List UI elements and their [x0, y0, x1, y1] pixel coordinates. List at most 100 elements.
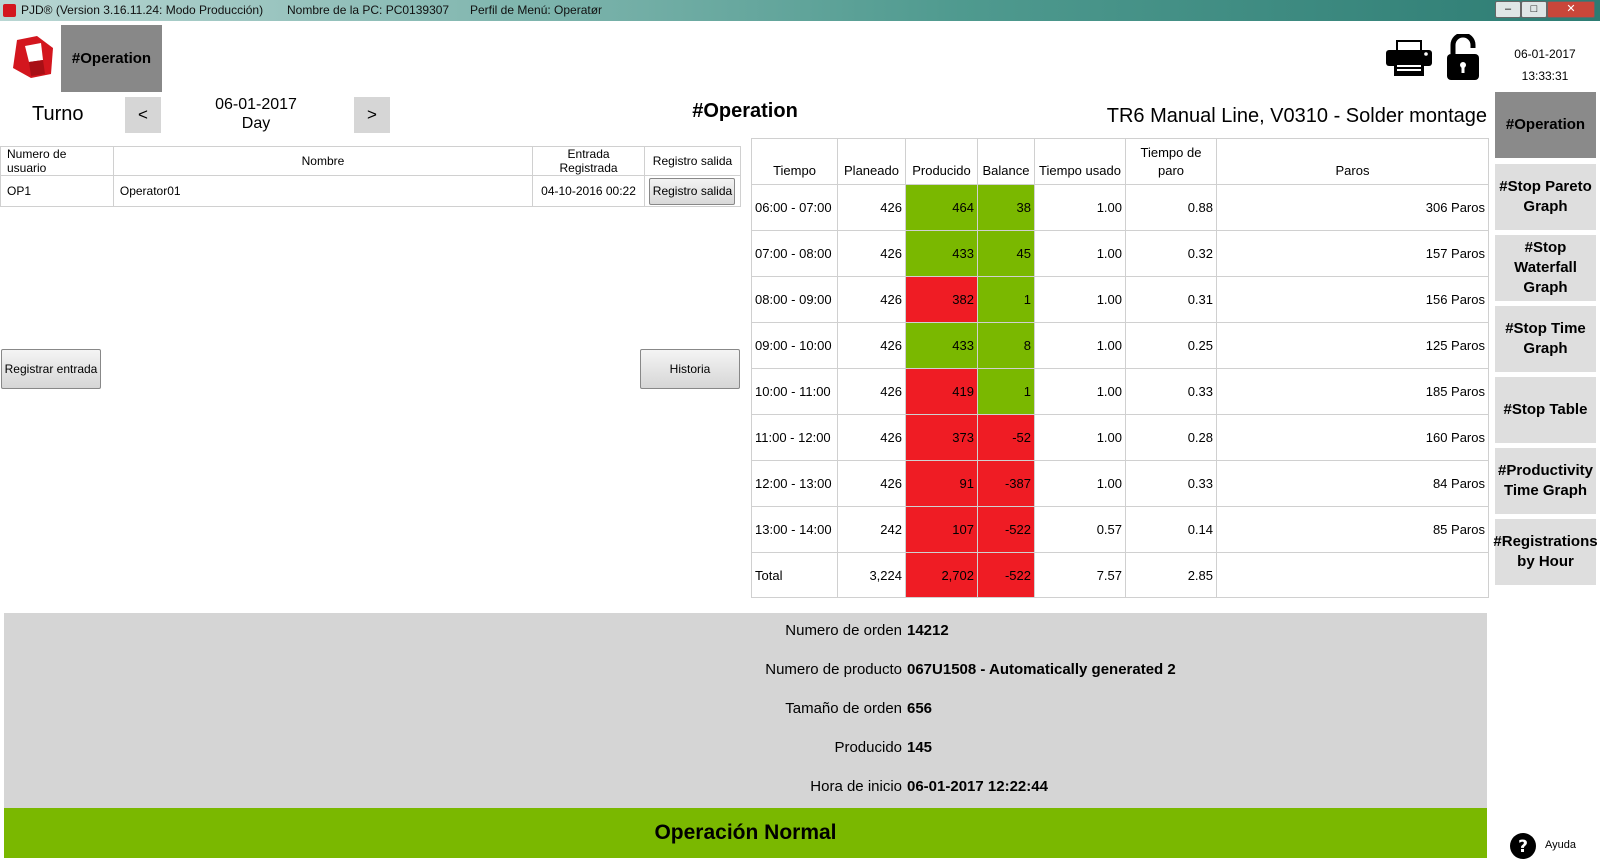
balance-cell: 8 [977, 322, 1035, 369]
produced-cell: 433 [905, 230, 978, 277]
stops-cell: 185 Paros [1216, 368, 1489, 415]
column-header: Planeado [837, 138, 906, 185]
menu-item-stop-waterfall-graph[interactable]: #Stop Waterfall Graph [1495, 235, 1596, 301]
printer-icon[interactable] [1386, 40, 1432, 76]
time-cell: Total [751, 552, 838, 598]
stop-time-cell: 0.32 [1125, 230, 1217, 277]
time-cell: 07:00 - 08:00 [751, 230, 838, 277]
table-row: 11:00 - 12:00 426 373 -52 1.00 0.28 160 Paros [751, 414, 1489, 461]
minimize-button[interactable]: – [1495, 1, 1521, 18]
app-version: PJD® (Version 3.16.11.24: Modo Producció… [21, 3, 264, 17]
menu-item-registrations-by-hour[interactable]: #Registrations by Hour [1493, 519, 1598, 585]
menu-item-productivity-time-graph[interactable]: #Productivity Time Graph [1495, 448, 1596, 514]
planned-cell: 426 [837, 322, 906, 369]
user-name: Operator01 [112, 175, 534, 207]
column-header: Paros [1216, 138, 1489, 185]
balance-cell: 1 [977, 276, 1035, 323]
start-time-label: Hora de inicio [810, 778, 902, 795]
prev-shift-button[interactable]: < [125, 97, 161, 133]
maximize-button[interactable]: □ [1521, 1, 1547, 18]
production-table-header: Tiempo Planeado Producido Balance Tiempo… [751, 138, 1489, 185]
logo-icon [13, 36, 53, 78]
entry-time: 04-10-2016 00:22 [532, 175, 645, 207]
time-cell: 09:00 - 10:00 [751, 322, 838, 369]
table-row[interactable]: OP1 Operator01 04-10-2016 00:22 Registro… [0, 175, 742, 207]
total-row: Total 3,224 2,702 -522 7.57 2.85 [751, 552, 1489, 598]
window-titlebar: PJD® (Version 3.16.11.24: Modo Producció… [0, 0, 1600, 21]
operation-tile[interactable]: #Operation [61, 25, 162, 92]
register-entry-button[interactable]: Registrar entrada [1, 349, 101, 389]
order-size-value: 656 [907, 700, 933, 717]
menu-item-operation[interactable]: #Operation [1495, 92, 1596, 158]
next-shift-button[interactable]: > [354, 97, 390, 133]
produced-label: Producido [834, 739, 902, 756]
column-header: Entrada Registrada [532, 146, 645, 176]
stops-cell: 156 Paros [1216, 276, 1489, 323]
planned-cell: 426 [837, 414, 906, 461]
status-bar: Operación Normal [4, 808, 1487, 858]
question-icon[interactable]: ? [1510, 833, 1536, 859]
order-info-panel: Numero de orden 14212 Numero de producto… [4, 613, 1487, 808]
planned-cell: 426 [837, 184, 906, 231]
table-row: 07:00 - 08:00 426 433 45 1.00 0.32 157 Paros [751, 230, 1489, 277]
time-used-cell: 0.57 [1034, 506, 1126, 553]
balance-cell: 38 [977, 184, 1035, 231]
produced-cell: 433 [905, 322, 978, 369]
produced-cell: 107 [905, 506, 978, 553]
planned-cell: 426 [837, 460, 906, 507]
users-table: Numero de usuario Nombre Entrada Registr… [0, 146, 742, 207]
start-time-row: Hora de inicio 06-01-2017 12:22:44 [4, 777, 1487, 797]
stop-time-cell: 0.33 [1125, 460, 1217, 507]
menu-item-stop-time-graph[interactable]: #Stop Time Graph [1495, 306, 1596, 372]
product-number-value: 067U1508 - Automatically generated 2 [907, 661, 1176, 678]
produced-value: 145 [907, 739, 933, 756]
order-size-row: Tamaño de orden 656 [4, 699, 1487, 719]
balance-cell: -522 [977, 506, 1035, 553]
time-used-cell: 1.00 [1034, 368, 1126, 415]
shift-date: 06-01-2017 [215, 96, 297, 113]
time-used-cell: 1.00 [1034, 414, 1126, 461]
close-button[interactable]: ✕ [1547, 1, 1595, 18]
produced-cell: 464 [905, 184, 978, 231]
order-size-label: Tamaño de orden [785, 700, 902, 717]
planned-cell: 426 [837, 368, 906, 415]
user-number: OP1 [0, 175, 114, 207]
stop-time-cell: 0.88 [1125, 184, 1217, 231]
svg-text:?: ? [1518, 837, 1528, 857]
order-number-row: Numero de orden 14212 [4, 621, 1487, 641]
register-exit-button[interactable]: Registro salida [649, 177, 736, 205]
balance-cell: -522 [977, 552, 1035, 598]
users-table-header: Numero de usuario Nombre Entrada Registr… [0, 146, 742, 176]
time-used-cell: 1.00 [1034, 460, 1126, 507]
stops-cell: 84 Paros [1216, 460, 1489, 507]
stop-time-cell: 0.31 [1125, 276, 1217, 323]
menu-profile: Perfil de Menú: Operatør [470, 3, 603, 17]
time-used-cell: 1.00 [1034, 230, 1126, 277]
menu-item-stop-pareto-graph[interactable]: #Stop Pareto Graph [1495, 164, 1596, 230]
column-header: Registro salida [643, 146, 742, 176]
time-cell: 10:00 - 11:00 [751, 368, 838, 415]
stops-cell: 157 Paros [1216, 230, 1489, 277]
stop-time-cell: 0.14 [1125, 506, 1217, 553]
balance-cell: -52 [977, 414, 1035, 461]
balance-cell: 45 [977, 230, 1035, 277]
time-cell: 12:00 - 13:00 [751, 460, 838, 507]
menu-item-stop-table[interactable]: #Stop Table [1495, 377, 1596, 443]
planned-cell: 426 [837, 276, 906, 323]
history-button[interactable]: Historia [640, 349, 740, 389]
order-number-label: Numero de orden [785, 622, 902, 639]
time-cell: 06:00 - 07:00 [751, 184, 838, 231]
column-header: Tiempo usado [1034, 138, 1126, 185]
planned-cell: 242 [837, 506, 906, 553]
table-row: 10:00 - 11:00 426 419 1 1.00 0.33 185 Paros [751, 368, 1489, 415]
help-label[interactable]: Ayuda [1545, 839, 1576, 851]
column-header: Tiempo de paro [1125, 138, 1217, 185]
shift-name: Day [241, 115, 271, 132]
planned-cell: 3,224 [837, 552, 906, 598]
stops-cell: 160 Paros [1216, 414, 1489, 461]
lock-icon[interactable] [1447, 34, 1479, 80]
time-cell: 08:00 - 09:00 [751, 276, 838, 323]
stop-time-cell: 2.85 [1125, 552, 1217, 598]
column-header: Balance [977, 138, 1035, 185]
table-row: 08:00 - 09:00 426 382 1 1.00 0.31 156 Paros [751, 276, 1489, 323]
